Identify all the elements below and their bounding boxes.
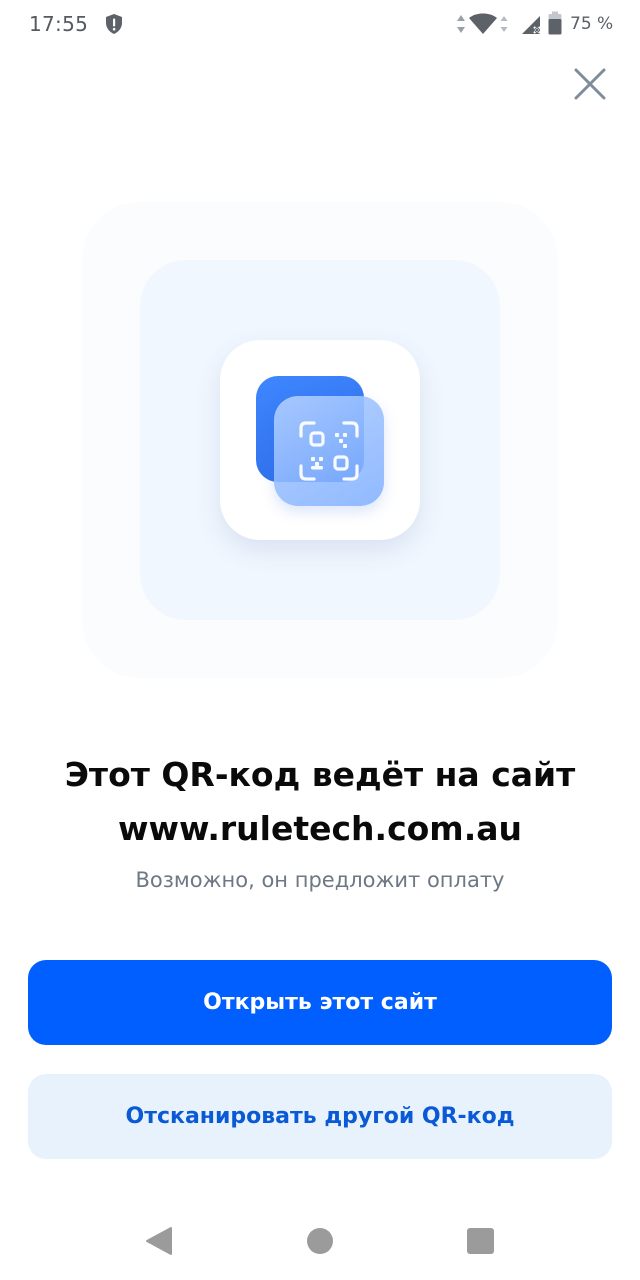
wifi-activity-icon bbox=[500, 16, 508, 32]
battery-percent: 75 % bbox=[570, 14, 614, 34]
dialog-subtitle: Возможно, он предложит оплату bbox=[135, 868, 505, 892]
scan-another-qr-button[interactable]: Отсканировать другой QR-код bbox=[28, 1074, 612, 1159]
title-line-1: Этот QR-код ведёт на сайт bbox=[64, 755, 576, 794]
back-icon[interactable] bbox=[145, 1226, 173, 1256]
signal-icon bbox=[522, 16, 541, 34]
site-url: www.ruletech.com.au bbox=[117, 809, 522, 848]
qr-scan-icon bbox=[299, 421, 359, 481]
dialog-title: Этот QR-код ведёт на сайт www.ruletech.c… bbox=[20, 748, 620, 856]
home-icon[interactable] bbox=[307, 1228, 333, 1254]
data-arrows-icon bbox=[457, 15, 465, 33]
close-icon[interactable] bbox=[568, 62, 612, 106]
recents-icon[interactable] bbox=[467, 1228, 494, 1254]
status-time: 17:55 bbox=[29, 12, 89, 36]
open-site-button[interactable]: Открыть этот сайт bbox=[28, 960, 612, 1045]
status-bar: 17:55 75 % bbox=[0, 0, 640, 48]
shield-alert-icon bbox=[106, 14, 122, 34]
qr-result-screen: 17:55 75 % Этот QR-код ведёт на сайт www… bbox=[0, 0, 640, 1280]
wifi-icon bbox=[469, 13, 497, 34]
battery-icon bbox=[548, 11, 562, 35]
